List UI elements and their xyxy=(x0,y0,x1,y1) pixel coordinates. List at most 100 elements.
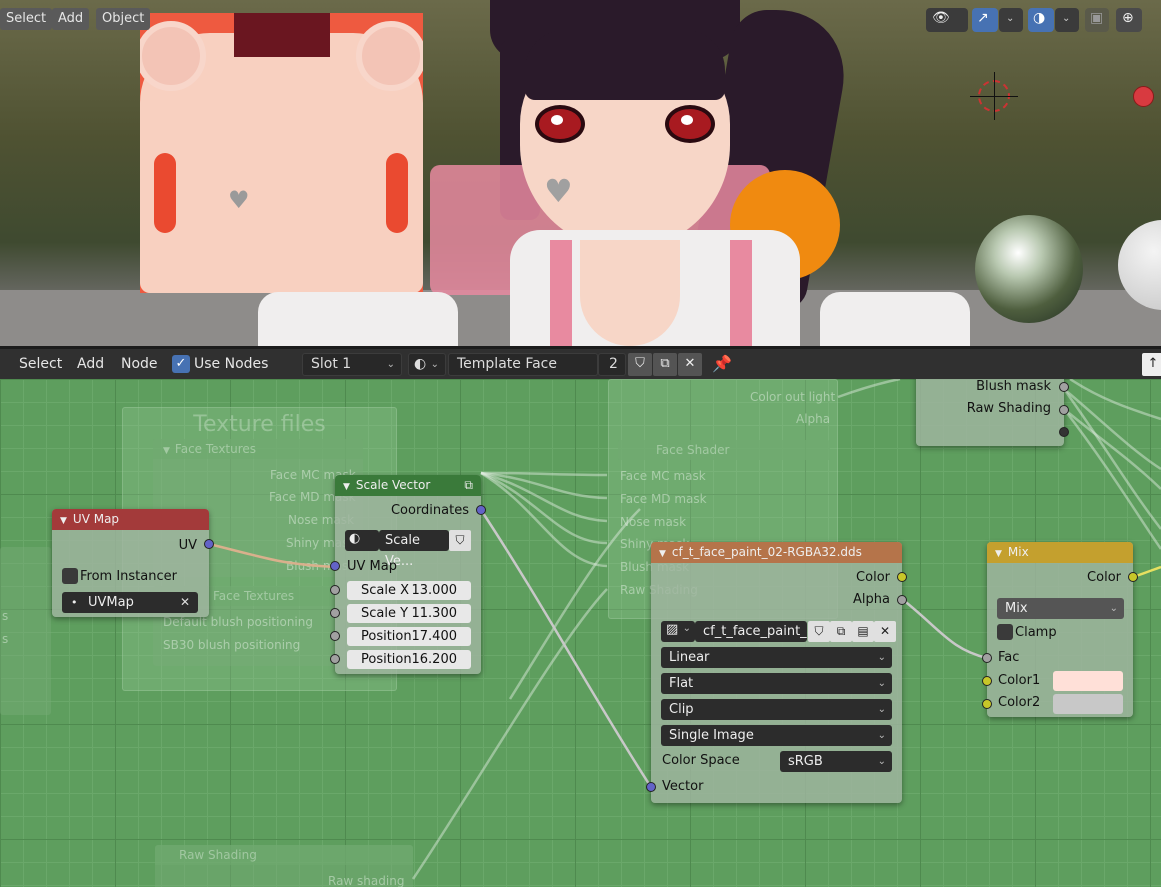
source-dropdown[interactable]: Single Image ⌄ xyxy=(661,725,892,746)
overlay-toggle[interactable]: ◑ xyxy=(1028,8,1054,32)
vector-input-socket[interactable] xyxy=(646,782,656,792)
position-y-field[interactable]: Position 16.200 xyxy=(347,650,471,669)
color2-input-socket[interactable] xyxy=(982,699,992,709)
character-bangs xyxy=(525,30,725,100)
node-title: cf_t_face_paint_02-RGBA32.dds xyxy=(671,545,862,559)
clamp-checkbox[interactable] xyxy=(997,624,1013,640)
3d-cursor[interactable] xyxy=(970,72,1018,120)
color-output-socket[interactable] xyxy=(897,572,907,582)
collapse-arrow-icon[interactable]: ▼ xyxy=(60,516,67,526)
parent-node-tree-button[interactable]: ↑ xyxy=(1142,353,1161,376)
position-x-field[interactable]: Position 17.400 xyxy=(347,627,471,646)
use-nodes-label: Use Nodes xyxy=(194,356,269,372)
socket-label-raw-shading: Raw Shading xyxy=(966,401,1051,416)
uv-map-input-socket[interactable] xyxy=(330,561,340,571)
collapse-arrow-icon[interactable]: ▼ xyxy=(343,482,350,492)
node-title: Scale Vector xyxy=(355,478,431,492)
fake-user-button[interactable]: ⛉ xyxy=(628,353,652,376)
fac-input-socket[interactable] xyxy=(982,653,992,663)
input-socket[interactable] xyxy=(330,608,340,618)
fake-user-button[interactable]: ⛉ xyxy=(449,530,471,551)
input-socket[interactable] xyxy=(330,631,340,641)
visibility-toggle[interactable]: 👁 xyxy=(926,8,968,32)
chevron-down-icon: ⌄ xyxy=(877,756,886,767)
scale-x-field[interactable]: Scale X 13.000 xyxy=(347,581,471,600)
from-instancer-checkbox[interactable] xyxy=(62,568,78,584)
scale-y-field[interactable]: Scale Y 11.300 xyxy=(347,604,471,623)
mix-node[interactable]: ▼ Mix Color Mix ⌄ Clamp Fac Color1 Color2 xyxy=(982,542,1138,717)
node-add-menu[interactable]: Add xyxy=(77,356,104,372)
socket-label-color2: Color2 xyxy=(998,695,1041,710)
group-browse-button[interactable]: ◐ xyxy=(345,530,379,551)
blend-mode-dropdown[interactable]: Mix ⌄ xyxy=(997,598,1124,619)
socket-label-alpha: Alpha xyxy=(853,592,890,607)
extension-dropdown[interactable]: Clip ⌄ xyxy=(661,699,892,720)
gizmo-dropdown[interactable]: ⌄ xyxy=(999,8,1023,32)
scale-vector-node[interactable]: ▼ Scale Vector ⧉ Coordinates ◐ Scale Ve..… xyxy=(330,475,486,674)
viewport-add-menu[interactable]: Add xyxy=(52,8,90,30)
output-socket[interactable] xyxy=(1059,427,1069,437)
uv-map-node[interactable]: ▼ UV Map UV From Instancer • UVMap ✕ xyxy=(52,509,214,617)
overlay-dropdown[interactable]: ⌄ xyxy=(1055,8,1079,32)
color-space-dropdown[interactable]: sRGB ⌄ xyxy=(780,751,892,772)
image-texture-header[interactable]: ▼ cf_t_face_paint_02-RGBA32.dds xyxy=(651,542,902,563)
node-node-menu[interactable]: Node xyxy=(121,356,158,372)
copy-icon: ⧉ xyxy=(660,356,670,371)
color1-swatch[interactable] xyxy=(1053,671,1123,691)
image-texture-node[interactable]: ▼ cf_t_face_paint_02-RGBA32.dds Color Alp… xyxy=(646,542,907,803)
use-nodes-checkbox[interactable]: ✓ xyxy=(172,355,190,373)
material-browse-button[interactable]: ◐ ⌄ xyxy=(408,353,446,376)
uv-output-socket[interactable] xyxy=(204,539,214,549)
output-socket[interactable] xyxy=(1059,405,1069,415)
coordinates-output-socket[interactable] xyxy=(476,505,486,515)
material-name-field[interactable]: Template Face xyxy=(448,353,598,376)
gizmo-toggle[interactable]: ↗ xyxy=(972,8,998,32)
viewport-object-menu[interactable]: Object xyxy=(96,8,151,30)
viewport-select-menu[interactable]: Select xyxy=(0,8,53,30)
field-label: Position xyxy=(361,629,412,644)
close-icon[interactable]: ✕ xyxy=(180,592,190,613)
from-instancer-label: From Instancer xyxy=(80,569,177,584)
projection-dropdown[interactable]: Flat ⌄ xyxy=(661,673,892,694)
duplicate-material-button[interactable]: ⧉ xyxy=(653,353,677,376)
close-icon: ✕ xyxy=(879,624,891,638)
3d-viewport[interactable]: ♥ ♥ Select Add Object 👁 ↗ ⌄ ◑ ⌄ ▣ ⊕ xyxy=(0,0,1161,346)
group-name-field[interactable]: Scale Ve... xyxy=(379,530,449,569)
unlink-image-button[interactable]: ✕ xyxy=(874,621,896,642)
dropdown-value: sRGB xyxy=(788,754,823,769)
node-tree-icon: ◐ xyxy=(349,531,361,546)
interpolation-dropdown[interactable]: Linear ⌄ xyxy=(661,647,892,668)
pin-icon[interactable]: 📌 xyxy=(712,354,732,373)
top-right-node[interactable]: Blush mask Raw Shading xyxy=(916,379,1069,446)
unlink-material-button[interactable]: ✕ xyxy=(678,353,702,376)
alpha-output-socket[interactable] xyxy=(897,595,907,605)
input-socket[interactable] xyxy=(330,585,340,595)
character-model[interactable]: ♥ xyxy=(430,0,857,346)
image-name-field[interactable]: cf_t_face_paint_... xyxy=(695,621,819,642)
node-editor-canvas[interactable]: Texture files ▼ Face Textures Face MC mas… xyxy=(0,379,1161,887)
output-socket[interactable] xyxy=(1059,382,1069,392)
shading-wire-button[interactable]: ⊕ xyxy=(1116,8,1142,32)
shield-icon: ⛉ xyxy=(635,356,645,371)
scale-vector-header[interactable]: ▼ Scale Vector ⧉ xyxy=(335,475,481,496)
fake-user-button[interactable]: ⛉ xyxy=(808,621,830,642)
image-browse-button[interactable]: ▨ ⌄ xyxy=(661,621,695,642)
collapse-arrow-icon[interactable]: ▼ xyxy=(995,549,1002,559)
mix-header[interactable]: ▼ Mix xyxy=(987,542,1133,563)
light-object[interactable] xyxy=(1133,86,1154,107)
uvmap-selector[interactable]: • UVMap ✕ xyxy=(62,592,198,613)
xray-toggle[interactable]: ▣ xyxy=(1085,8,1109,32)
input-socket[interactable] xyxy=(330,654,340,664)
uv-map-header[interactable]: ▼ UV Map xyxy=(52,509,209,530)
duplicate-image-button[interactable]: ⧉ xyxy=(830,621,852,642)
collapse-arrow-icon[interactable]: ▼ xyxy=(659,549,666,559)
color1-input-socket[interactable] xyxy=(982,676,992,686)
material-user-count[interactable]: 2 xyxy=(598,353,626,376)
open-image-button[interactable]: ▤ xyxy=(852,621,874,642)
socket-label-coordinates: Coordinates xyxy=(390,503,469,518)
slot-dropdown[interactable]: Slot 1 ⌄ xyxy=(302,353,402,376)
node-select-menu[interactable]: Select xyxy=(19,356,62,372)
color2-swatch[interactable] xyxy=(1053,694,1123,714)
socket-label-color: Color xyxy=(856,570,890,585)
color-output-socket[interactable] xyxy=(1128,572,1138,582)
